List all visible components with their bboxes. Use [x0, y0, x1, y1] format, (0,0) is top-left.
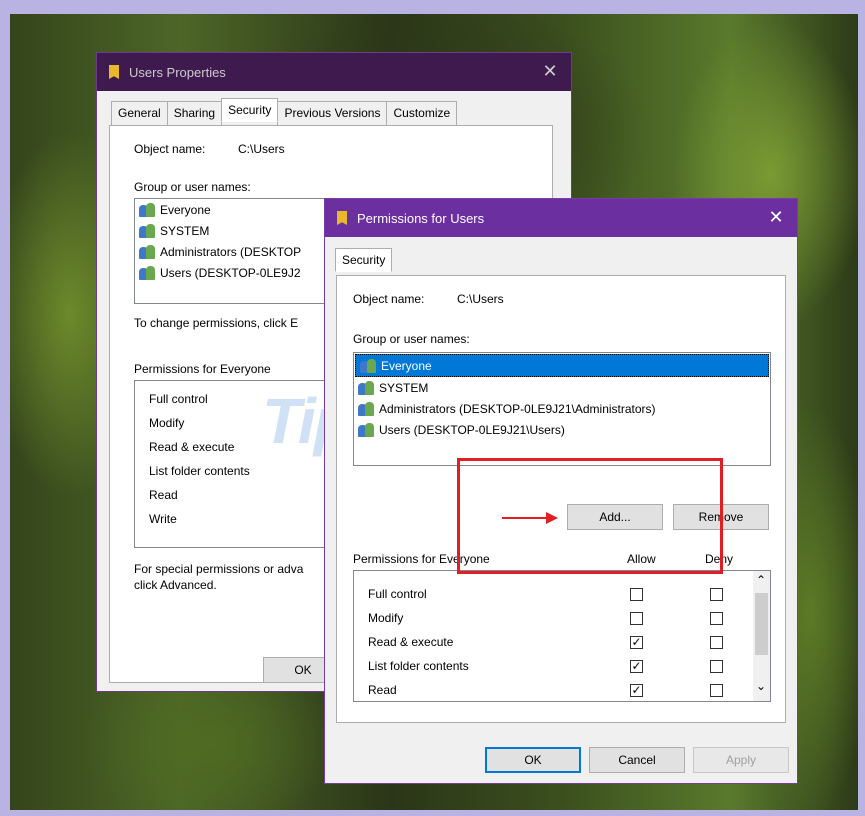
list-item[interactable]: Users (DESKTOP-0LE9J2 [135, 262, 333, 283]
tab-security[interactable]: Security [335, 248, 393, 272]
permissions-tabs: Security [335, 248, 393, 275]
close-icon[interactable]: ✕ [765, 206, 787, 228]
permission-row: Read [149, 488, 178, 502]
group-label: Group or user names: [134, 180, 251, 194]
permissions-label: Permissions for Everyone [134, 362, 271, 376]
folder-icon [109, 65, 119, 79]
list-item[interactable]: Everyone [135, 199, 333, 220]
user-group-icon [358, 422, 376, 437]
object-name-label: Object name: [134, 142, 206, 156]
apply-button: Apply [693, 747, 789, 773]
permission-name: Full control [368, 587, 427, 601]
tab-previous-versions[interactable]: Previous Versions [277, 101, 388, 125]
permissions-title: Permissions for Users [357, 210, 485, 226]
user-group-icon [139, 265, 157, 280]
scroll-up-icon[interactable]: ⌃ [756, 573, 766, 587]
permission-row: Modify [149, 416, 185, 430]
permission-name: Read [368, 683, 397, 697]
deny-checkbox[interactable] [710, 612, 723, 625]
permission-name: Modify [368, 611, 404, 625]
user-group-icon [139, 244, 157, 259]
object-name-value: C:\Users [238, 142, 285, 156]
scroll-down-icon[interactable]: ⌄ [756, 679, 766, 693]
tab-security[interactable]: Security [221, 98, 279, 122]
tab-customize[interactable]: Customize [386, 101, 458, 125]
tab-sharing[interactable]: Sharing [166, 101, 223, 125]
permissions-list: Full control Modify Read & execute List … [134, 380, 334, 548]
users-properties-titlebar[interactable]: Users Properties ✕ [97, 53, 571, 91]
user-group-icon [139, 223, 157, 238]
permission-row: Modify [354, 609, 754, 629]
scroll-thumb[interactable] [755, 593, 768, 655]
user-group-icon [139, 202, 157, 217]
annotation-arrow-head [546, 512, 558, 524]
annotation-arrow [502, 517, 548, 519]
list-item-selected[interactable]: Everyone [355, 354, 769, 377]
allow-checkbox[interactable] [630, 612, 643, 625]
permission-row: List folder contents ✓ [354, 657, 754, 677]
object-name-label: Object name: [353, 292, 425, 306]
permissions-titlebar[interactable]: Permissions for Users ✕ [325, 199, 797, 237]
ok-button[interactable]: OK [485, 747, 581, 773]
group-label: Group or user names: [353, 332, 470, 346]
permissions-list[interactable]: Full control Modify Read & execute ✓ List fo… [353, 570, 771, 702]
user-group-icon [360, 358, 378, 373]
permission-row: Read ✓ [354, 681, 754, 701]
allow-checkbox[interactable] [630, 588, 643, 601]
group-user-list[interactable]: Everyone SYSTEM Administrators (DESKTOP-… [353, 352, 771, 466]
special-permissions-text: For special permissions or adva [134, 562, 304, 576]
user-group-icon [358, 401, 376, 416]
permission-name: Read & execute [368, 635, 454, 649]
permission-name: List folder contents [368, 659, 469, 673]
deny-checkbox[interactable] [710, 636, 723, 649]
permission-row: Write [149, 512, 177, 526]
deny-checkbox[interactable] [710, 588, 723, 601]
click-advanced-text: click Advanced. [134, 578, 217, 592]
tab-general[interactable]: General [111, 101, 168, 125]
close-icon[interactable]: ✕ [539, 60, 561, 82]
annotation-highlight-box [457, 458, 723, 574]
permission-row: Full control [354, 585, 754, 605]
list-item[interactable]: Administrators (DESKTOP-0LE9J21\Administ… [354, 398, 770, 419]
list-item[interactable]: Administrators (DESKTOP [135, 241, 333, 262]
list-item[interactable]: Users (DESKTOP-0LE9J21\Users) [354, 419, 770, 440]
group-user-list[interactable]: Everyone SYSTEM Administrators (DESKTOP … [134, 198, 334, 304]
permissions-scrollbar[interactable]: ⌃ ⌄ [753, 571, 770, 701]
deny-checkbox[interactable] [710, 660, 723, 673]
user-group-icon [358, 380, 376, 395]
allow-checkbox[interactable]: ✓ [630, 684, 643, 697]
folder-icon [337, 211, 347, 225]
users-properties-title: Users Properties [129, 64, 226, 80]
change-permissions-text: To change permissions, click E [134, 316, 299, 330]
list-item[interactable]: SYSTEM [354, 377, 770, 398]
deny-checkbox[interactable] [710, 684, 723, 697]
object-name-value: C:\Users [457, 292, 504, 306]
permission-row: List folder contents [149, 464, 250, 478]
cancel-button[interactable]: Cancel [589, 747, 685, 773]
allow-checkbox[interactable]: ✓ [630, 660, 643, 673]
list-item[interactable]: SYSTEM [135, 220, 333, 241]
permission-row: Full control [149, 392, 208, 406]
allow-checkbox[interactable]: ✓ [630, 636, 643, 649]
permission-row: Read & execute ✓ [354, 633, 754, 653]
permission-row: Read & execute [149, 440, 235, 454]
users-properties-tabs: General Sharing Security Previous Versio… [111, 98, 458, 125]
